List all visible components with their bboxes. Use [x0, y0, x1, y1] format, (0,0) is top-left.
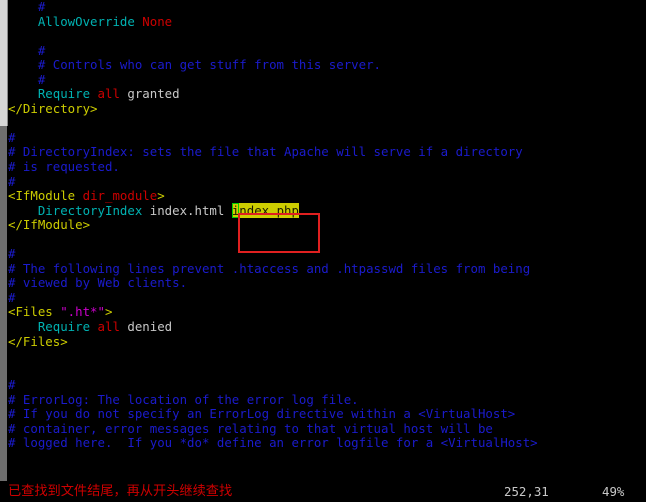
code-token: <Files: [8, 304, 61, 320]
search-match-highlight: ndex.php: [239, 202, 299, 218]
code-token: AllowOverride: [37, 13, 143, 29]
cursor-position-indicator: 252,31: [504, 484, 549, 499]
code-token: #: [37, 42, 46, 58]
code-line[interactable]: #: [8, 377, 646, 393]
code-line[interactable]: # The following lines prevent .htaccess …: [8, 260, 646, 277]
code-token: #: [8, 129, 16, 145]
code-line[interactable]: # is requested.: [8, 159, 646, 175]
code-token: None: [142, 13, 173, 29]
code-line[interactable]: # logged here. If you *do* define an err…: [8, 436, 646, 451]
code-token: </IfModule>: [8, 217, 91, 233]
code-line[interactable]: #: [8, 42, 646, 59]
code-token: # logged here. If you *do* define an err…: [8, 435, 538, 451]
code-token: # If you do not specify an ErrorLog dire…: [8, 406, 516, 422]
code-line[interactable]: [8, 29, 646, 44]
code-token: Require: [37, 319, 98, 335]
code-token: </Directory>: [8, 100, 98, 116]
code-token: #: [8, 289, 16, 305]
code-token: #: [8, 246, 16, 262]
code-token: # is requested.: [8, 159, 120, 175]
editor-text-area[interactable]: # AllowOverride None # # Controls who ca…: [8, 0, 646, 481]
code-token: <IfModule: [8, 188, 83, 204]
code-line[interactable]: <IfModule dir_module>: [8, 188, 646, 204]
code-token: # DirectoryIndex: sets the file that Apa…: [8, 144, 523, 160]
code-line[interactable]: [8, 233, 646, 248]
code-line[interactable]: DirectoryIndex index.html index.php: [8, 202, 646, 219]
code-line[interactable]: <Files ".ht*">: [8, 305, 646, 320]
code-line[interactable]: Require all denied: [8, 319, 646, 335]
code-line[interactable]: # ErrorLog: The location of the error lo…: [8, 391, 646, 408]
code-token: >: [157, 188, 165, 204]
code-line[interactable]: # If you do not specify an ErrorLog dire…: [8, 407, 646, 422]
code-token: granted: [127, 86, 180, 102]
code-line[interactable]: #: [8, 129, 646, 146]
code-token: # The following lines prevent .htaccess …: [8, 260, 531, 276]
terminal-window: # AllowOverride None # # Controls who ca…: [0, 0, 646, 502]
status-message: 已查找到文件结尾，再从开头继续查找: [8, 484, 233, 499]
code-line[interactable]: #: [8, 289, 646, 306]
code-line[interactable]: AllowOverride None: [8, 13, 646, 30]
code-line[interactable]: </Files>: [8, 333, 646, 350]
code-token: # Controls who can get stuff from this s…: [37, 57, 381, 73]
code-line[interactable]: Require all granted: [8, 87, 646, 102]
code-line[interactable]: [8, 349, 646, 364]
code-token: index.html: [149, 202, 232, 218]
code-line[interactable]: </Directory>: [8, 100, 646, 117]
code-line[interactable]: </IfModule>: [8, 217, 646, 233]
code-token: # viewed by Web clients.: [8, 275, 188, 291]
code-line[interactable]: [8, 116, 646, 131]
code-token: #: [8, 377, 16, 393]
code-token: # container, error messages relating to …: [8, 420, 493, 436]
code-line[interactable]: [8, 364, 646, 379]
code-token: >: [104, 304, 113, 320]
code-line[interactable]: #: [8, 0, 646, 15]
code-token: denied: [127, 319, 173, 335]
code-token: Require: [37, 86, 98, 102]
code-token: #: [37, 0, 46, 14]
code-token: #: [8, 173, 16, 189]
code-line[interactable]: # container, error messages relating to …: [8, 420, 646, 437]
code-token: all: [97, 319, 128, 335]
code-token: all: [97, 86, 128, 102]
code-token: dir_module: [82, 188, 158, 204]
code-token: DirectoryIndex: [37, 202, 150, 218]
code-token: # ErrorLog: The location of the error lo…: [8, 391, 359, 407]
code-token: ".ht*": [60, 304, 105, 320]
code-line[interactable]: # viewed by Web clients.: [8, 276, 646, 291]
code-line[interactable]: #: [8, 173, 646, 190]
vertical-scrollbar-track[interactable]: [0, 0, 8, 481]
code-token: #: [37, 71, 46, 87]
code-line[interactable]: #: [8, 247, 646, 262]
code-line[interactable]: # Controls who can get stuff from this s…: [8, 57, 646, 73]
code-line[interactable]: #: [8, 71, 646, 88]
vim-status-bar: 已查找到文件结尾，再从开头继续查找 252,31 49%: [0, 481, 646, 502]
scroll-percent-indicator: 49%: [602, 484, 625, 499]
code-line[interactable]: # DirectoryIndex: sets the file that Apa…: [8, 145, 646, 160]
vertical-scrollbar-thumb[interactable]: [0, 0, 8, 126]
code-token: </Files>: [8, 333, 68, 349]
